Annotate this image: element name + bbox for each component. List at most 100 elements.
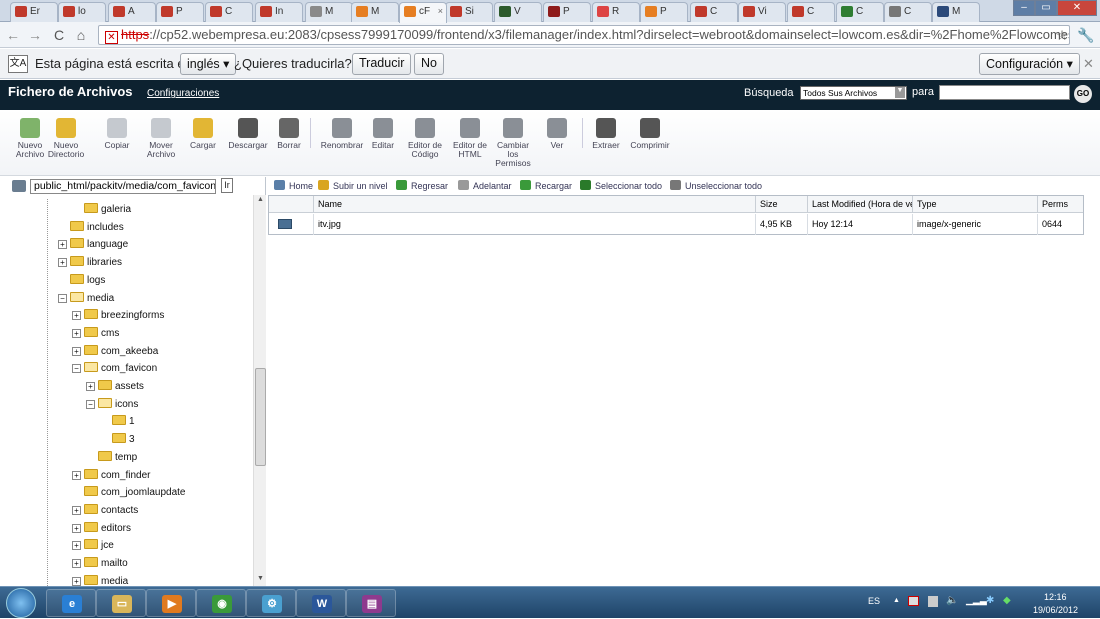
taskbar-app[interactable]: e [46, 589, 96, 617]
settings-link[interactable]: Configuraciones [147, 88, 219, 99]
tree-item-includes[interactable]: includes [58, 220, 124, 238]
col-name-header[interactable]: Name [314, 196, 756, 213]
tree-item-temp[interactable]: temp [86, 450, 137, 468]
nav-forward[interactable]: Adelantar [458, 180, 512, 191]
browser-tab[interactable]: M [932, 2, 980, 22]
browser-tab[interactable]: cF × [399, 2, 447, 23]
expand-icon[interactable]: + [72, 328, 81, 338]
browser-tab[interactable]: C [836, 2, 884, 22]
signal-icon[interactable]: ▁▂▃ [966, 595, 987, 606]
nav-home[interactable]: Home [274, 180, 313, 191]
path-go-button[interactable]: Ir [221, 178, 233, 193]
nav-up-level[interactable]: Subir un nivel [318, 180, 388, 191]
nav-reload[interactable]: Recargar [520, 180, 572, 191]
clock-date[interactable]: 19/06/2012 [1033, 605, 1078, 615]
tree-item-cms[interactable]: + cms [72, 326, 119, 344]
minimize-button[interactable]: – [1013, 0, 1035, 16]
tree-item-com-favicon[interactable]: − com_favicon [72, 362, 157, 379]
col-modified-header[interactable]: Last Modified (Hora de ve [808, 196, 913, 213]
close-window-button[interactable]: ✕ [1057, 0, 1097, 16]
toolbar-button-permissions[interactable]: Cambiar los Permisos [494, 118, 532, 168]
tree-item-com-finder[interactable]: + com_finder [72, 468, 150, 486]
search-input[interactable] [939, 85, 1070, 100]
wrench-icon[interactable]: 🔧 [1077, 26, 1095, 44]
close-translate-icon[interactable]: ✕ [1083, 56, 1094, 72]
expand-icon[interactable]: + [86, 382, 95, 391]
tree-item-editors[interactable]: + editors [72, 521, 131, 539]
network-tray-icon[interactable]: ◆ [1003, 595, 1011, 606]
translate-button[interactable]: Traducir [352, 53, 412, 75]
browser-tab[interactable]: Er [10, 2, 58, 22]
close-tab-icon[interactable]: × [438, 6, 443, 16]
bluetooth-icon[interactable]: ✱ [986, 595, 994, 606]
url-field[interactable]: ✕ https://cp52.webempresa.eu:2083/cpsess7… [98, 25, 1070, 45]
home-icon[interactable]: ⌂ [72, 26, 90, 44]
toolbar-button-delete[interactable]: Borrar [274, 118, 304, 150]
start-button[interactable] [6, 588, 36, 618]
tree-item-jce[interactable]: + jce [72, 539, 114, 556]
browser-tab[interactable]: P [156, 2, 204, 22]
translate-settings-button[interactable]: Configuración ▾ [979, 53, 1080, 75]
taskbar-app[interactable]: ▤ [346, 589, 396, 617]
collapse-icon[interactable]: − [86, 399, 95, 409]
expand-icon[interactable]: + [72, 576, 81, 586]
taskbar-app[interactable]: ◉ [196, 589, 246, 617]
browser-tab[interactable]: lo [58, 2, 106, 22]
expand-icon[interactable]: + [72, 346, 81, 356]
toolbar-button-view[interactable]: Ver [545, 118, 569, 150]
toolbar-button-html-editor[interactable]: Editor de HTML [449, 118, 491, 159]
device-icon[interactable] [928, 596, 938, 607]
browser-tab[interactable]: Si [445, 2, 493, 22]
tree-item-com-akeeba[interactable]: + com_akeeba [72, 344, 158, 362]
collapse-icon[interactable]: − [72, 364, 81, 374]
reload-icon[interactable]: C [50, 26, 68, 44]
expand-icon[interactable]: + [72, 523, 81, 533]
toolbar-button-edit[interactable]: Editar [369, 118, 397, 150]
browser-tab[interactable]: In [255, 2, 303, 22]
toolbar-button-copy[interactable]: Copiar [100, 118, 134, 150]
forward-icon[interactable]: → [26, 26, 44, 44]
go-button[interactable]: GO [1074, 85, 1092, 103]
show-hidden-icons-icon[interactable]: ▲ [893, 597, 900, 604]
search-scope-select[interactable]: Todos Sus Archivos ▼ [800, 86, 907, 100]
taskbar-app[interactable]: ▭ [96, 589, 146, 617]
toolbar-button-download[interactable]: Descargar [226, 118, 270, 150]
tree-item-com-joomlaupdate[interactable]: com_joomlaupdate [72, 486, 186, 503]
toolbar-button-compress[interactable]: Comprimir [627, 118, 673, 150]
language-select[interactable]: inglés ▾ [180, 53, 237, 75]
expand-icon[interactable]: + [72, 470, 81, 480]
browser-tab[interactable]: V [494, 2, 542, 22]
path-input[interactable]: public_html/packitv/media/com_favicon [30, 179, 216, 194]
tree-item-mailto[interactable]: + mailto [72, 557, 128, 574]
tree-item-icons[interactable]: − icons [86, 397, 138, 415]
expand-icon[interactable]: + [72, 559, 81, 568]
bookmark-star-icon[interactable]: ☆ [1053, 26, 1071, 44]
scroll-up-icon[interactable]: ▲ [257, 196, 264, 203]
taskbar-app[interactable]: W [296, 589, 346, 617]
expand-icon[interactable]: + [58, 240, 67, 250]
browser-tab[interactable]: P [640, 2, 688, 22]
tree-item-1[interactable]: 1 [100, 415, 135, 432]
toolbar-button-extract[interactable]: Extraer [589, 118, 623, 150]
flag-icon[interactable] [908, 596, 919, 606]
toolbar-button-move[interactable]: Mover Archivo [144, 118, 178, 159]
taskbar-app[interactable]: ⚙ [246, 589, 296, 617]
back-icon[interactable]: ← [4, 26, 22, 44]
col-size-header[interactable]: Size [756, 196, 808, 213]
tree-item-libraries[interactable]: + libraries [58, 256, 122, 273]
collapse-icon[interactable]: − [58, 293, 67, 303]
tree-item-3[interactable]: 3 [100, 433, 135, 450]
browser-tab[interactable]: P [543, 2, 591, 22]
tree-item-assets[interactable]: + assets [86, 380, 144, 397]
browser-tab[interactable]: C [787, 2, 835, 22]
browser-tab[interactable]: C [690, 2, 738, 22]
browser-tab[interactable]: C [884, 2, 932, 22]
toolbar-button-upload[interactable]: Cargar [186, 118, 220, 150]
nav-checkbox-checked[interactable]: Seleccionar todo [580, 180, 662, 191]
tree-item-media[interactable]: − media [58, 291, 114, 309]
file-name[interactable]: itv.jpg [314, 214, 756, 235]
tree-scrollbar[interactable]: ▲ ▼ [253, 195, 266, 586]
volume-icon[interactable]: 🔈 [946, 595, 958, 606]
language-indicator[interactable]: ES [868, 596, 880, 606]
expand-icon[interactable]: + [72, 541, 81, 551]
